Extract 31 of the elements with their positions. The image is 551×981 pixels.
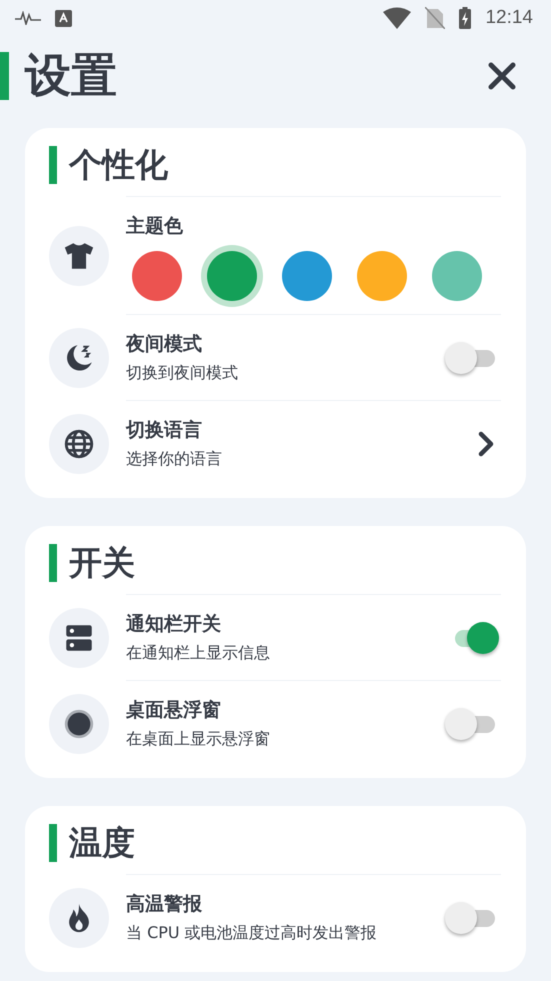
section-title: 开关 bbox=[69, 542, 135, 584]
color-swatch[interactable] bbox=[357, 250, 407, 300]
color-swatch[interactable] bbox=[132, 250, 182, 300]
color-swatch[interactable] bbox=[282, 250, 332, 300]
setting-description: 在通知栏上显示信息 bbox=[126, 643, 271, 664]
app-notification-icon bbox=[55, 10, 72, 26]
setting-title: 高温警报 bbox=[126, 892, 203, 917]
chevron-right-icon[interactable] bbox=[477, 430, 495, 458]
setting-description: 当 CPU 或电池温度过高时发出警报 bbox=[126, 923, 378, 944]
section-title: 温度 bbox=[69, 822, 135, 864]
setting-title: 切换语言 bbox=[126, 418, 203, 443]
setting-description: 切换到夜间模式 bbox=[126, 363, 239, 384]
setting-title: 主题色 bbox=[126, 214, 184, 238]
color-swatch[interactable] bbox=[207, 250, 257, 300]
wifi-icon bbox=[383, 7, 412, 29]
setting-title: 桌面悬浮窗 bbox=[126, 698, 222, 723]
pulse-icon bbox=[15, 11, 41, 25]
setting-title: 夜间模式 bbox=[126, 332, 203, 357]
page-title: 设置 bbox=[25, 47, 118, 104]
accent-bar bbox=[49, 146, 57, 184]
no-sim-icon bbox=[425, 7, 446, 29]
setting-title: 通知栏开关 bbox=[126, 612, 222, 637]
status-time: 12:14 bbox=[485, 7, 533, 29]
color-swatch[interactable] bbox=[432, 250, 482, 300]
accent-bar bbox=[0, 52, 9, 100]
section-title: 个性化 bbox=[69, 144, 168, 186]
accent-bar bbox=[49, 544, 57, 582]
battery-charging-icon bbox=[459, 7, 472, 29]
accent-bar bbox=[49, 824, 57, 862]
setting-description: 选择你的语言 bbox=[126, 449, 223, 470]
setting-description: 在桌面上显示悬浮窗 bbox=[126, 729, 271, 750]
